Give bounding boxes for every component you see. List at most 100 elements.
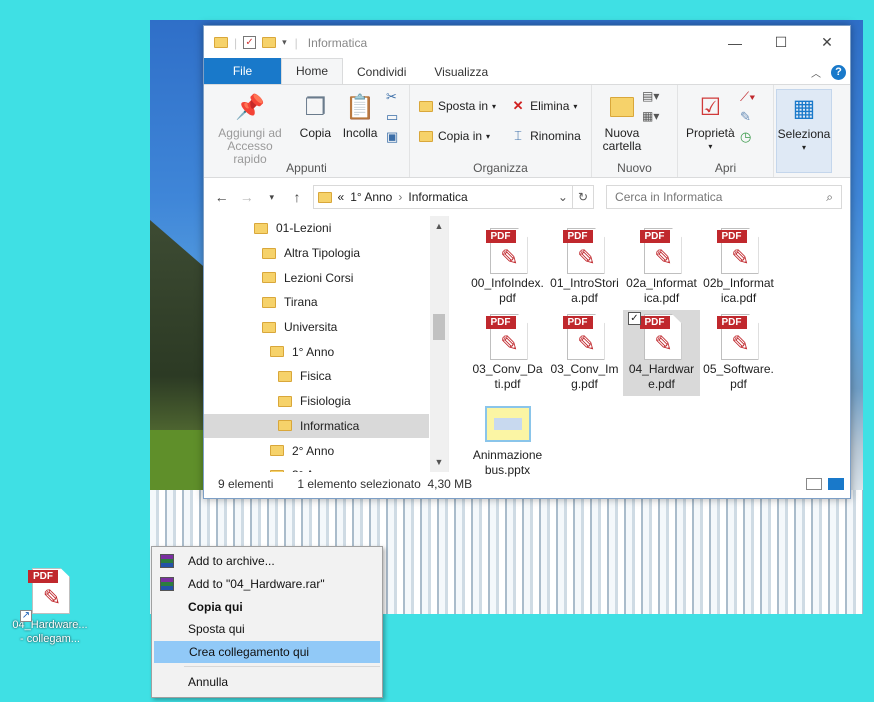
scroll-up-icon[interactable]: ▲	[430, 218, 448, 234]
select-button[interactable]: ▦ Seleziona ▾	[776, 89, 832, 173]
menu-item[interactable]: Sposta qui	[152, 618, 382, 641]
close-button[interactable]: ✕	[804, 27, 850, 59]
breadcrumb-1-anno[interactable]: 1° Anno	[350, 190, 392, 204]
menu-item[interactable]: Add to archive...	[152, 550, 382, 573]
refresh-icon[interactable]: ↻	[572, 185, 595, 209]
tree-item[interactable]: Lezioni Corsi	[204, 265, 448, 290]
up-arrow-icon[interactable]: ↑	[287, 189, 306, 205]
desktop-shortcut[interactable]: PDF ✎ ↗ 04_Hardware... - collegam...	[8, 566, 92, 646]
menu-item[interactable]: Crea collegamento qui	[154, 640, 380, 664]
tree-item[interactable]: Altra Tipologia	[204, 241, 448, 266]
paste-shortcut-icon[interactable]: ▣	[386, 129, 398, 145]
search-icon: ⌕	[826, 189, 834, 204]
new-item-icon[interactable]: ▤▾	[642, 89, 659, 103]
menu-item[interactable]: Add to "04_Hardware.rar"	[152, 573, 382, 596]
copy-button[interactable]: ❐ Copia	[295, 89, 335, 142]
copy-to-button[interactable]: Copia in ▾	[414, 125, 500, 147]
tree-item[interactable]: Fisiologia	[204, 389, 448, 414]
tab-visualizza[interactable]: Visualizza	[420, 60, 502, 84]
pdf-icon: PDF ✎	[26, 566, 74, 616]
easy-access-icon[interactable]: ▦▾	[642, 109, 659, 123]
move-to-button[interactable]: Sposta in ▾	[414, 95, 500, 117]
file-item[interactable]: PDF ✎ 03_Conv_Dati.pdf	[469, 310, 546, 396]
file-item[interactable]: PDF ✎ 03_Conv_Img.pdf	[546, 310, 623, 396]
menu-item[interactable]: Copia qui	[152, 595, 382, 618]
delete-icon: ✕	[512, 98, 524, 113]
copy-path-icon[interactable]: ▭	[386, 109, 398, 125]
group-nuovo-label: Nuovo	[617, 161, 652, 175]
menu-item[interactable]: Annulla	[152, 670, 382, 693]
item-count: 9 elementi	[218, 477, 274, 491]
tree-item-label: Fisiologia	[300, 394, 351, 409]
file-item[interactable]: PDF ✎ 00_InfoIndex.pdf	[469, 224, 546, 310]
tab-condividi[interactable]: Condividi	[343, 60, 420, 84]
back-arrow-icon[interactable]: ←	[212, 189, 231, 205]
tree-item[interactable]: Tirana	[204, 290, 448, 315]
tree-item-label: Altra Tipologia	[284, 246, 361, 261]
properties-icon[interactable]: ✓	[243, 36, 257, 49]
recent-chevron-icon[interactable]: ▾	[262, 192, 281, 203]
search-input[interactable]: Cerca in Informatica ⌕	[606, 185, 843, 209]
folder-icon	[278, 420, 292, 432]
scroll-thumb[interactable]	[433, 314, 445, 340]
group-apri: ☑ Proprietà ▾ ⟋▾ ✎ ◷ Apri	[678, 85, 774, 177]
tab-home[interactable]: Home	[281, 58, 344, 84]
tree-item[interactable]: 1° Anno	[204, 339, 448, 364]
properties-button[interactable]: ☑ Proprietà ▾	[682, 89, 739, 155]
rename-button[interactable]: ⌶ Rinomina	[506, 125, 585, 147]
pdf-icon: PDF ✎	[561, 312, 609, 362]
copy-to-icon	[418, 128, 434, 144]
open-icon[interactable]: ⟋▾	[740, 89, 755, 105]
customize-chevron-icon[interactable]: ▾	[282, 37, 287, 48]
group-apri-label: Apri	[714, 161, 737, 175]
context-menu: Add to archive... Add to "04_Hardware.rar…	[151, 546, 383, 698]
file-item[interactable]: PDF ✎ 02a_Informatica.pdf	[623, 224, 700, 310]
file-name: 02a_Informatica.pdf	[626, 276, 697, 305]
pdf-icon: PDF ✎	[638, 226, 686, 276]
minimize-button[interactable]: —	[712, 27, 758, 59]
selection-checkbox[interactable]: ✓	[628, 312, 641, 325]
cut-icon[interactable]: ✂	[386, 89, 398, 105]
file-item[interactable]: PDF ✎ 05_Software.pdf	[700, 310, 777, 396]
winrar-icon	[160, 554, 174, 568]
tree-item[interactable]: 2° Anno	[204, 438, 448, 463]
collapse-ribbon-icon[interactable]: ︿	[811, 65, 821, 80]
large-icons-view-icon[interactable]	[828, 478, 844, 490]
new-folder-button[interactable]: Nuova cartella	[596, 89, 648, 155]
address-input[interactable]: « 1° Anno › Informatica ⌄	[312, 185, 573, 209]
scroll-down-icon[interactable]: ▼	[430, 454, 448, 470]
details-view-icon[interactable]	[806, 478, 822, 490]
pin-quick-access-button[interactable]: 📌 Aggiungi ad Accesso rapido	[208, 89, 292, 168]
folder-icon	[214, 37, 228, 48]
tree-item[interactable]: 01-Lezioni	[204, 216, 448, 241]
menu-item-label: Crea collegamento qui	[189, 645, 310, 660]
ribbon: 📌 Aggiungi ad Accesso rapido ❐ Copia 📋 I…	[204, 85, 850, 178]
tree-item[interactable]: Fisica	[204, 364, 448, 389]
edit-icon[interactable]: ✎	[740, 109, 755, 125]
file-item[interactable]: PDF ✎ 01_IntroStoria.pdf	[546, 224, 623, 310]
address-dropdown-icon[interactable]: ⌄	[558, 190, 568, 204]
select-icon: ▦	[792, 94, 816, 122]
paste-icon: 📋	[345, 93, 375, 121]
file-item[interactable]: PDF ✎ ✓ 04_Hardware.pdf	[623, 310, 700, 396]
tree-item[interactable]: Universita	[204, 315, 448, 340]
delete-button[interactable]: ✕ Elimina ▾	[506, 95, 585, 117]
pdf-icon: PDF ✎	[484, 226, 532, 276]
tree-item-label: Lezioni Corsi	[284, 270, 354, 285]
history-icon[interactable]: ◷	[740, 129, 755, 145]
help-icon[interactable]: ?	[831, 65, 846, 80]
maximize-button[interactable]: ☐	[758, 27, 804, 59]
tab-file[interactable]: File	[204, 58, 281, 84]
group-appunti: 📌 Aggiungi ad Accesso rapido ❐ Copia 📋 I…	[204, 85, 410, 177]
tree-item-label: 01-Lezioni	[276, 221, 332, 236]
tree-scrollbar[interactable]: ▲ ▼	[430, 216, 448, 472]
selection-info: 1 elemento selezionato 4,30 MB	[297, 477, 473, 491]
tree-item-label: Universita	[284, 320, 338, 335]
group-seleziona: ▦ Seleziona ▾	[774, 85, 834, 177]
breadcrumb-informatica[interactable]: Informatica	[408, 190, 467, 204]
paste-button[interactable]: 📋 Incolla	[339, 89, 382, 142]
tree-item[interactable]: Informatica	[204, 413, 429, 439]
new-folder-icon[interactable]	[262, 37, 277, 48]
file-item[interactable]: PDF ✎ 02b_Informatica.pdf	[700, 224, 777, 310]
forward-arrow-icon[interactable]: →	[237, 189, 256, 205]
